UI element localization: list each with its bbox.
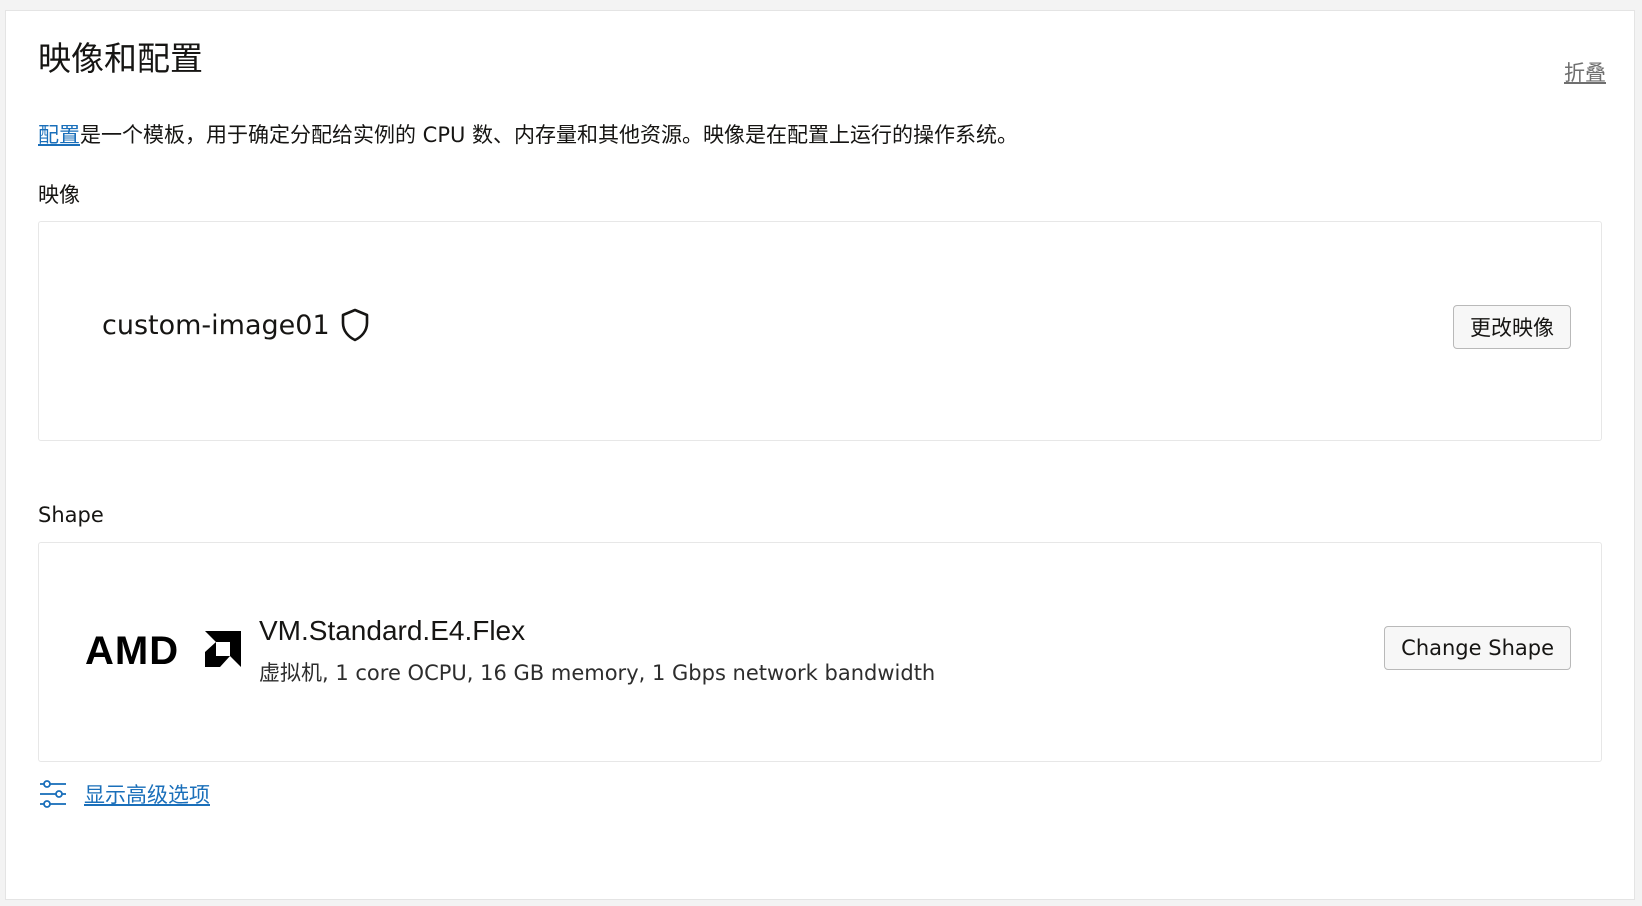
shape-help-link[interactable]: 配置 [38,123,80,147]
shield-icon [340,308,370,342]
collapse-link[interactable]: 折叠 [1564,57,1606,87]
amd-logo: AMD [85,631,241,669]
shape-card: AMD VM.Standard.E4.Flex 虚拟机, 1 core OCPU… [38,542,1602,762]
image-section-label: 映像 [38,183,80,207]
section-title: 映像和配置 [38,39,203,78]
change-shape-button[interactable]: Change Shape [1384,626,1571,670]
image-and-shape-panel: 映像和配置 折叠 配置是一个模板，用于确定分配给实例的 CPU 数、内存量和其他… [5,10,1635,900]
show-advanced-options-link[interactable]: 显示高级选项 [84,779,210,809]
change-image-button[interactable]: 更改映像 [1453,305,1571,349]
amd-logo-text: AMD [85,631,179,669]
intro-text: 配置是一个模板，用于确定分配给实例的 CPU 数、内存量和其他资源。映像是在配置… [38,119,1018,149]
shape-section-label: Shape [38,503,104,527]
intro-description: 是一个模板，用于确定分配给实例的 CPU 数、内存量和其他资源。映像是在配置上运… [80,123,1019,147]
image-card: custom-image01 更改映像 [38,221,1602,441]
show-advanced-options[interactable]: 显示高级选项 [38,779,210,809]
image-name-row: custom-image01 [102,308,370,342]
sliders-icon [38,779,68,809]
shape-name: VM.Standard.E4.Flex [259,615,526,646]
image-name: custom-image01 [102,309,330,341]
shape-description: 虚拟机, 1 core OCPU, 16 GB memory, 1 Gbps n… [259,661,936,685]
